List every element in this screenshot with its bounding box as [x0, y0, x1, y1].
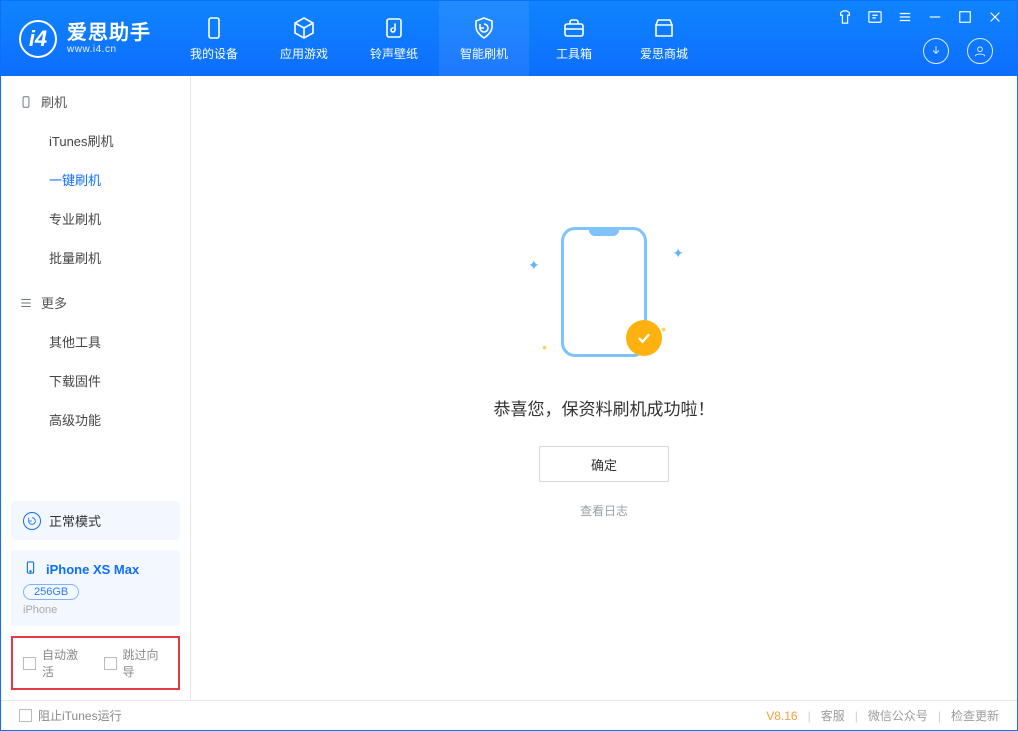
notch-icon: [589, 228, 619, 236]
device-capacity: 256GB: [23, 584, 79, 600]
nav-my-device[interactable]: 我的设备: [169, 1, 259, 76]
check-badge-icon: [626, 320, 662, 356]
sidebar-item-batch-flash[interactable]: 批量刷机: [1, 238, 190, 277]
statusbar-right: V8.16 | 客服 | 微信公众号 | 检查更新: [766, 707, 999, 724]
device-card[interactable]: iPhone XS Max 256GB iPhone: [11, 550, 180, 626]
checkbox-skip-wizard[interactable]: 跳过向导: [104, 646, 169, 680]
link-check-update[interactable]: 检查更新: [951, 707, 999, 724]
separator: |: [855, 709, 858, 723]
sparkle-icon: ✦: [528, 257, 540, 274]
nav-label: 应用游戏: [280, 45, 328, 62]
sparkle-icon: •: [542, 339, 547, 355]
sidebar: 刷机 iTunes刷机 一键刷机 专业刷机 批量刷机 更多 其他工具 下载固件 …: [1, 76, 191, 700]
phone-illustration: [561, 227, 647, 357]
sidebar-item-oneclick-flash[interactable]: 一键刷机: [1, 160, 190, 199]
separator: |: [808, 709, 811, 723]
checkbox-auto-activate[interactable]: 自动激活: [23, 646, 88, 680]
feedback-icon[interactable]: [867, 9, 883, 25]
logo-area: i4 爱思助手 www.i4.cn: [1, 1, 169, 76]
checkbox-icon: [23, 657, 36, 670]
nav-ringtones[interactable]: 铃声壁纸: [349, 1, 439, 76]
nav-label: 爱思商城: [640, 45, 688, 62]
checkbox-block-itunes[interactable]: 阻止iTunes运行: [19, 707, 122, 724]
toolbox-icon: [562, 16, 586, 40]
sidebar-item-other-tools[interactable]: 其他工具: [1, 322, 190, 361]
checkbox-label: 自动激活: [42, 646, 88, 680]
phone-outline-icon: [19, 95, 33, 109]
shield-refresh-icon: [472, 16, 496, 40]
nav-store[interactable]: 爱思商城: [619, 1, 709, 76]
download-button[interactable]: [923, 38, 949, 64]
window-controls: [837, 9, 1003, 25]
maximize-button[interactable]: [957, 9, 973, 25]
checkbox-icon: [104, 657, 117, 670]
nav-label: 智能刷机: [460, 45, 508, 62]
nav-label: 我的设备: [190, 45, 238, 62]
statusbar-left: 阻止iTunes运行: [19, 707, 122, 724]
nav-toolbox[interactable]: 工具箱: [529, 1, 619, 76]
view-log-link[interactable]: 查看日志: [580, 502, 628, 519]
statusbar: 阻止iTunes运行 V8.16 | 客服 | 微信公众号 | 检查更新: [1, 700, 1017, 730]
sidebar-item-pro-flash[interactable]: 专业刷机: [1, 199, 190, 238]
logo-text: 爱思助手 www.i4.cn: [67, 22, 151, 55]
link-support[interactable]: 客服: [821, 707, 845, 724]
brand-name: 爱思助手: [67, 22, 151, 44]
menu-icon[interactable]: [897, 9, 913, 25]
mode-label: 正常模式: [49, 511, 101, 530]
success-message: 恭喜您，保资料刷机成功啦！: [494, 395, 715, 420]
nav-apps-games[interactable]: 应用游戏: [259, 1, 349, 76]
skin-icon[interactable]: [837, 9, 853, 25]
nav-label: 工具箱: [556, 45, 592, 62]
device-icon: [202, 16, 226, 40]
separator: |: [938, 709, 941, 723]
nav-smart-flash[interactable]: 智能刷机: [439, 1, 529, 76]
list-icon: [19, 296, 33, 310]
top-nav: 我的设备 应用游戏 铃声壁纸 智能刷机 工具箱: [169, 1, 709, 76]
sparkle-icon: ✦: [672, 245, 684, 262]
sidebar-section-more: 更多: [1, 277, 190, 322]
store-icon: [652, 16, 676, 40]
nav-label: 铃声壁纸: [370, 45, 418, 62]
cube-icon: [292, 16, 316, 40]
section-title: 更多: [41, 293, 67, 312]
ok-button[interactable]: 确定: [539, 446, 669, 482]
checkbox-icon: [19, 709, 32, 722]
phone-icon: [23, 560, 38, 578]
titlebar: i4 爱思助手 www.i4.cn 我的设备 应用游戏 铃声壁纸: [1, 1, 1017, 76]
refresh-circle-icon: [23, 512, 41, 530]
version-label: V8.16: [766, 709, 797, 723]
highlight-options: 自动激活 跳过向导: [11, 636, 180, 690]
brand-site: www.i4.cn: [67, 44, 151, 55]
close-button[interactable]: [987, 9, 1003, 25]
content: 刷机 iTunes刷机 一键刷机 专业刷机 批量刷机 更多 其他工具 下载固件 …: [1, 76, 1017, 700]
header-right: [923, 38, 993, 64]
main-panel: ✦ ✦ • • 恭喜您，保资料刷机成功啦！ 确定 查看日志: [191, 76, 1017, 700]
link-wechat[interactable]: 微信公众号: [868, 707, 928, 724]
section-title: 刷机: [41, 92, 67, 111]
device-name: iPhone XS Max: [46, 562, 139, 577]
success-illustration: ✦ ✦ • •: [524, 227, 684, 367]
sidebar-item-download-firmware[interactable]: 下载固件: [1, 361, 190, 400]
minimize-button[interactable]: [927, 9, 943, 25]
checkbox-label: 跳过向导: [123, 646, 169, 680]
sidebar-item-advanced[interactable]: 高级功能: [1, 400, 190, 439]
music-file-icon: [382, 16, 406, 40]
logo-icon: i4: [19, 20, 57, 58]
sidebar-section-flash: 刷机: [1, 76, 190, 121]
device-type: iPhone: [23, 604, 168, 616]
sidebar-item-itunes-flash[interactable]: iTunes刷机: [1, 121, 190, 160]
account-button[interactable]: [967, 38, 993, 64]
checkbox-label: 阻止iTunes运行: [38, 707, 122, 724]
mode-card[interactable]: 正常模式: [11, 501, 180, 540]
